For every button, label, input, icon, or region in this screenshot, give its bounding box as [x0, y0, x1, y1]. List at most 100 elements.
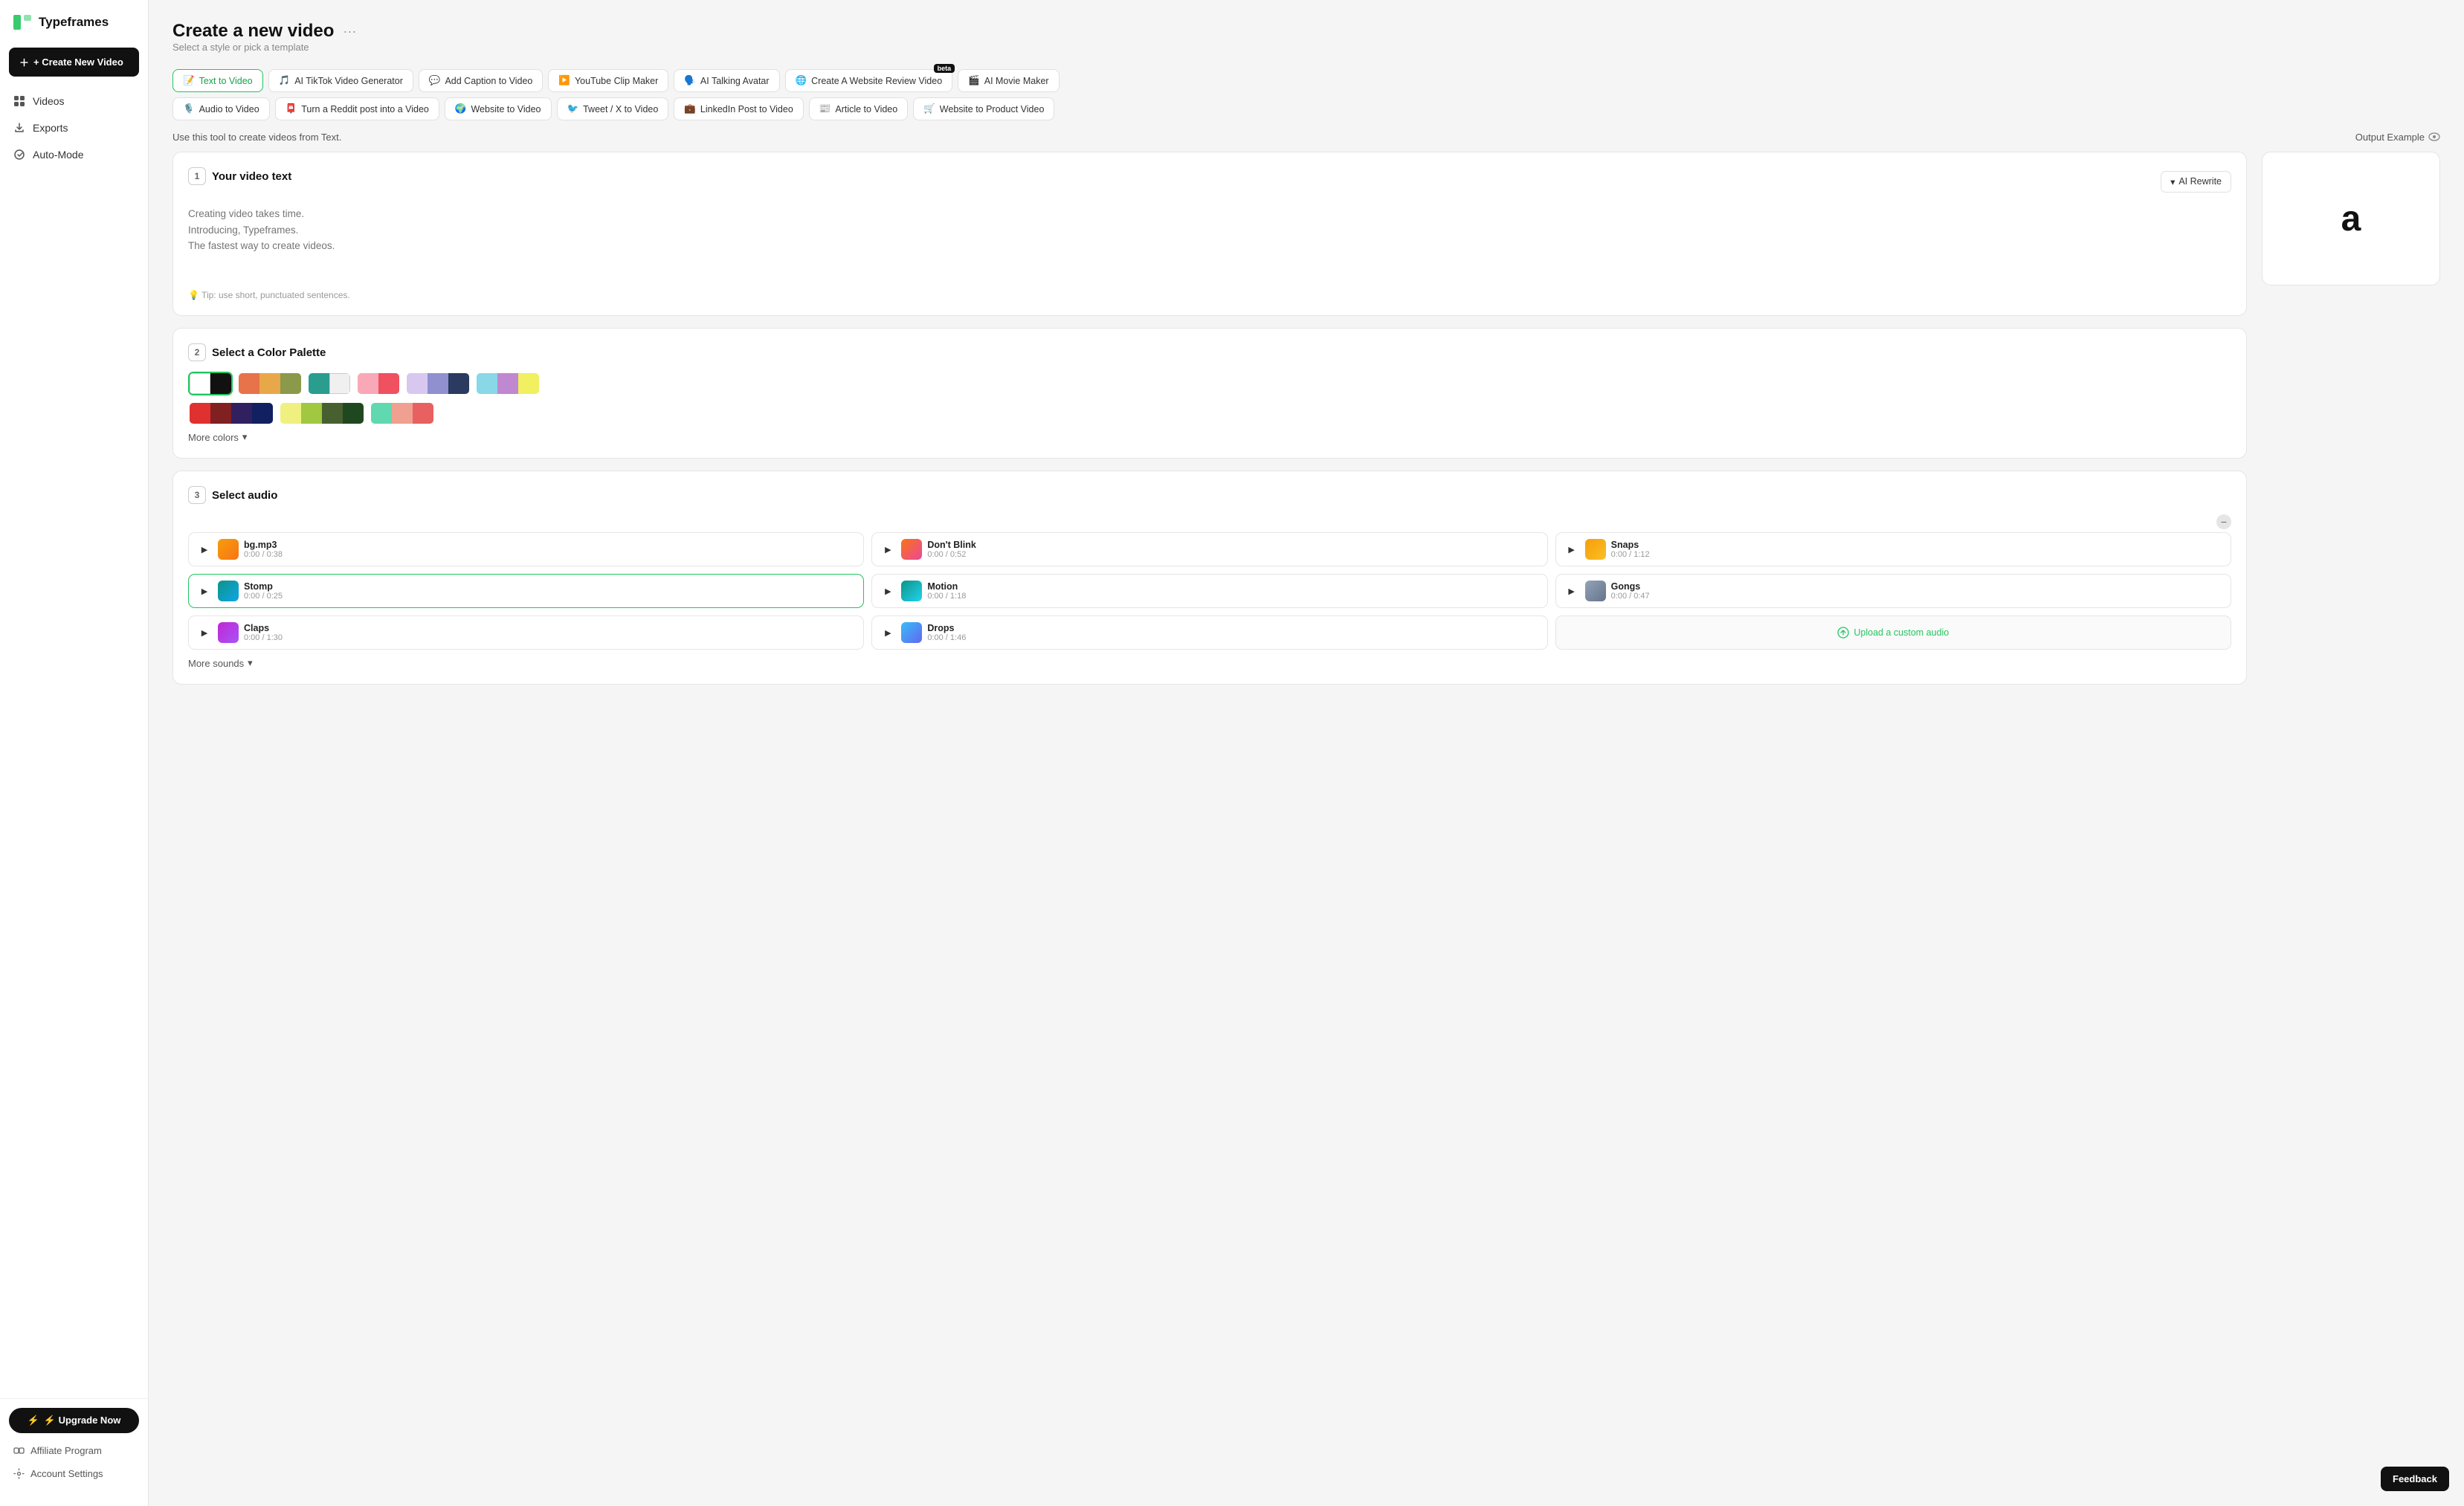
- audio-item-drops[interactable]: ▶ Drops 0:00 / 1:46: [871, 615, 1547, 650]
- section-number-3: 3: [188, 486, 206, 504]
- chevron-down-icon: ▾: [242, 431, 248, 443]
- section-number-2: 2: [188, 343, 206, 361]
- play-button[interactable]: ▶: [880, 583, 896, 599]
- audio-item-motion[interactable]: ▶ Motion 0:00 / 1:18: [871, 574, 1547, 608]
- audio-info: Motion 0:00 / 1:18: [927, 581, 1539, 601]
- linkedin-icon: 💼: [684, 103, 696, 114]
- create-new-video-button[interactable]: ＋ + Create New Video: [9, 48, 139, 77]
- logo-icon: [12, 12, 33, 33]
- play-button[interactable]: ▶: [1564, 541, 1580, 558]
- audio-collapse-button[interactable]: −: [2216, 514, 2231, 529]
- chevron-down-icon: ▾: [248, 657, 253, 669]
- sidebar: Typeframes ＋ + Create New Video Videos E…: [0, 0, 149, 1506]
- sidebar-item-videos[interactable]: Videos: [6, 88, 142, 114]
- audio-item-dont-blink[interactable]: ▶ Don't Blink 0:00 / 0:52: [871, 532, 1547, 566]
- app-name: Typeframes: [39, 15, 109, 30]
- sidebar-item-account[interactable]: Account Settings: [9, 1462, 139, 1485]
- audio-item-claps[interactable]: ▶ Claps 0:00 / 1:30: [188, 615, 864, 650]
- swatch: [210, 403, 231, 424]
- globe-icon: 🌍: [455, 103, 467, 114]
- sidebar-item-exports[interactable]: Exports: [6, 115, 142, 140]
- swatch: [301, 403, 322, 424]
- main-content: Create a new video ··· Select a style or…: [149, 0, 2464, 1506]
- tab-add-caption[interactable]: 💬 Add Caption to Video: [419, 69, 544, 92]
- more-sounds-button[interactable]: More sounds ▾: [188, 657, 253, 669]
- audio-thumbnail: [218, 539, 239, 560]
- tab-website-product[interactable]: 🛒 Website to Product Video: [913, 97, 1054, 120]
- sidebar-item-affiliate[interactable]: Affiliate Program: [9, 1439, 139, 1462]
- swatch: [252, 403, 273, 424]
- audio-item-snaps[interactable]: ▶ Snaps 0:00 / 1:12: [1555, 532, 2231, 566]
- play-button[interactable]: ▶: [196, 583, 213, 599]
- twitter-icon: 🐦: [567, 103, 579, 114]
- product-icon: 🛒: [923, 103, 935, 114]
- tab-tweet-to-video[interactable]: 🐦 Tweet / X to Video: [557, 97, 669, 120]
- tab-movie-maker[interactable]: 🎬 AI Movie Maker: [958, 69, 1059, 92]
- caption-icon: 💬: [429, 75, 441, 86]
- more-colors-button[interactable]: More colors ▾: [188, 431, 247, 443]
- audio-item-gongs[interactable]: ▶ Gongs 0:00 / 0:47: [1555, 574, 2231, 608]
- audio-info: bg.mp3 0:00 / 0:38: [244, 540, 856, 559]
- more-options-button[interactable]: ···: [340, 24, 359, 39]
- tab-text-to-video[interactable]: 📝 Text to Video: [172, 69, 263, 92]
- video-text-title: 1 Your video text: [188, 167, 291, 185]
- audio-minus-row: −: [188, 514, 2231, 529]
- palette-mint-purple[interactable]: [475, 372, 541, 395]
- play-button[interactable]: ▶: [880, 541, 896, 558]
- video-text-input[interactable]: [188, 206, 2231, 280]
- palette-lavender[interactable]: [405, 372, 471, 395]
- tab-talking-avatar[interactable]: 🗣️ AI Talking Avatar: [674, 69, 779, 92]
- upload-icon: [1837, 627, 1849, 639]
- palette-bw[interactable]: [188, 372, 233, 395]
- audio-upload-item[interactable]: Upload a custom audio: [1555, 615, 2231, 650]
- palette-red-dark[interactable]: [188, 401, 274, 425]
- palette-yellow-green[interactable]: [279, 401, 365, 425]
- section-number-1: 1: [188, 167, 206, 185]
- palette-mint-salmon[interactable]: [370, 401, 435, 425]
- swatch: [309, 373, 329, 394]
- palette-row-2: [188, 401, 2231, 425]
- feedback-button[interactable]: Feedback: [2381, 1467, 2449, 1491]
- tab-audio-to-video[interactable]: 🎙️ Audio to Video: [172, 97, 270, 120]
- audio-info: Don't Blink 0:00 / 0:52: [927, 540, 1539, 559]
- content-area: 1 Your video text ▾ AI Rewrite 💡 Tip: us…: [172, 152, 2440, 697]
- audio-item-bg-mp3[interactable]: ▶ bg.mp3 0:00 / 0:38: [188, 532, 864, 566]
- tab-website-review[interactable]: beta 🌐 Create A Website Review Video: [785, 69, 953, 92]
- magic-icon: ▾: [2170, 176, 2175, 187]
- output-example-link[interactable]: Output Example: [2355, 131, 2440, 143]
- tab-row-2: 🎙️ Audio to Video 📮 Turn a Reddit post i…: [172, 97, 2440, 120]
- play-button[interactable]: ▶: [196, 624, 213, 641]
- video-text-card: 1 Your video text ▾ AI Rewrite 💡 Tip: us…: [172, 152, 2247, 316]
- tab-website-to-video[interactable]: 🌍 Website to Video: [445, 97, 552, 120]
- color-palette-title: 2 Select a Color Palette: [188, 343, 2231, 361]
- left-column: 1 Your video text ▾ AI Rewrite 💡 Tip: us…: [172, 152, 2247, 697]
- audio-item-stomp[interactable]: ▶ Stomp 0:00 / 0:25: [188, 574, 864, 608]
- sidebar-bottom: ⚡ ⚡ Upgrade Now Affiliate Program Accoun…: [0, 1398, 148, 1494]
- play-button[interactable]: ▶: [1564, 583, 1580, 599]
- settings-icon: [13, 1468, 25, 1479]
- ai-rewrite-button[interactable]: ▾ AI Rewrite: [2161, 171, 2231, 193]
- tab-tiktok-generator[interactable]: 🎵 AI TikTok Video Generator: [268, 69, 413, 92]
- sidebar-item-auto-mode[interactable]: Auto-Mode: [6, 142, 142, 167]
- audio-thumbnail: [1585, 581, 1606, 601]
- website-icon: 🌐: [796, 75, 807, 86]
- tab-reddit-post[interactable]: 📮 Turn a Reddit post into a Video: [275, 97, 439, 120]
- app-logo: Typeframes: [0, 12, 148, 48]
- swatch: [428, 373, 448, 394]
- play-button[interactable]: ▶: [196, 541, 213, 558]
- youtube-icon: ▶️: [558, 75, 570, 86]
- play-button[interactable]: ▶: [880, 624, 896, 641]
- palette-teal[interactable]: [307, 372, 352, 395]
- swatch: [407, 373, 428, 394]
- audio-info: Gongs 0:00 / 0:47: [1611, 581, 2223, 601]
- tab-linkedin-post[interactable]: 💼 LinkedIn Post to Video: [674, 97, 803, 120]
- palette-warm[interactable]: [237, 372, 303, 395]
- tab-article-to-video[interactable]: 📰 Article to Video: [809, 97, 908, 120]
- tab-youtube-clip[interactable]: ▶️ YouTube Clip Maker: [548, 69, 668, 92]
- audio-info: Claps 0:00 / 1:30: [244, 623, 856, 642]
- preview-letter: a: [2341, 198, 2361, 239]
- audio-info: Stomp 0:00 / 0:25: [244, 581, 856, 601]
- swatch: [477, 373, 497, 394]
- upgrade-now-button[interactable]: ⚡ ⚡ Upgrade Now: [9, 1408, 139, 1433]
- palette-pink[interactable]: [356, 372, 401, 395]
